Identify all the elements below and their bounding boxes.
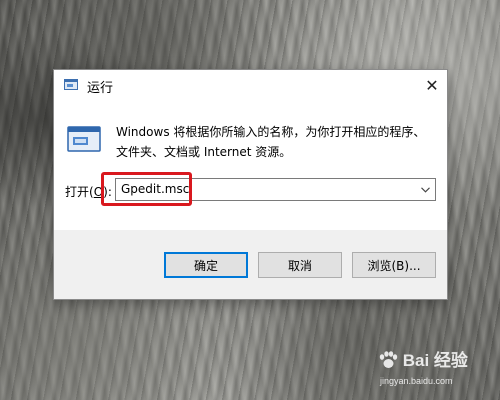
browse-button[interactable]: 浏览(B)... — [352, 252, 436, 278]
dropdown-chevron-icon[interactable] — [418, 180, 432, 199]
open-input[interactable]: Gpedit.msc — [121, 182, 189, 196]
run-app-icon — [67, 126, 101, 152]
close-icon: ✕ — [425, 75, 439, 95]
ok-button[interactable]: 确定 — [164, 252, 248, 278]
run-app-icon — [64, 79, 78, 90]
title-bar[interactable]: 运行 ✕ — [54, 70, 447, 100]
watermark-brand: Bai 经验 — [378, 346, 468, 371]
baidu-paw-icon — [379, 351, 398, 368]
dialog-description: Windows 将根据你所输入的名称，为你打开相应的程序、文件夹、文档或 Int… — [116, 125, 426, 159]
run-dialog: 运行 ✕ Windows 将根据你所输入的名称，为你打开相应的程序、文件夹、文档… — [53, 69, 448, 300]
open-combobox[interactable]: Gpedit.msc — [115, 178, 436, 201]
close-button[interactable]: ✕ — [417, 70, 447, 100]
button-bar: 确定 取消 浏览(B)... — [54, 230, 447, 299]
baidu-jingyan-watermark: Bai 经验 jingyan.baidu.com — [378, 346, 498, 398]
window-title: 运行 — [87, 81, 114, 96]
open-label: 打开(O): — [65, 185, 112, 199]
cancel-button[interactable]: 取消 — [258, 252, 342, 278]
watermark-url: jingyan.baidu.com — [380, 376, 453, 386]
